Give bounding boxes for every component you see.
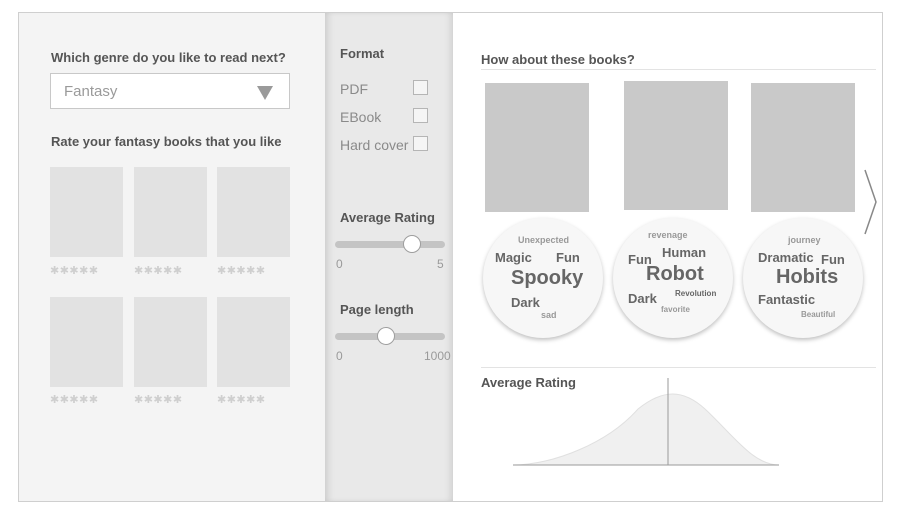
book-placeholder[interactable] <box>50 167 123 257</box>
format-label-pdf: PDF <box>340 81 368 97</box>
word-cloud: journey Dramatic Fun Hobits Fantastic Be… <box>743 218 863 338</box>
cloud-word: Revolution <box>675 289 717 298</box>
recommendations-title: How about these books? <box>481 52 635 67</box>
chevron-right-icon[interactable] <box>863 168 879 236</box>
avg-rating-slider-thumb[interactable] <box>403 235 421 253</box>
book-placeholder[interactable] <box>50 297 123 387</box>
cloud-word: Unexpected <box>518 235 570 245</box>
cloud-word: Robot <box>646 263 704 285</box>
cloud-word: journey <box>788 235 821 245</box>
page-length-slider-thumb[interactable] <box>376 327 395 345</box>
recommended-book-cover[interactable] <box>485 83 589 212</box>
star-rating[interactable]: ✱✱✱✱✱ <box>217 393 266 406</box>
avg-rating-title: Average Rating <box>340 210 435 225</box>
book-placeholder[interactable] <box>134 167 207 257</box>
rate-heading: Rate your fantasy books that you like <box>51 134 282 149</box>
star-rating[interactable]: ✱✱✱✱✱ <box>50 393 99 406</box>
recommended-book-cover[interactable] <box>751 83 855 212</box>
cloud-word: Dark <box>628 291 657 306</box>
star-rating[interactable]: ✱✱✱✱✱ <box>134 264 183 277</box>
word-cloud: Unexpected Magic Fun Spooky Dark sad <box>483 218 603 338</box>
cloud-word: Fun <box>556 250 580 265</box>
filter-panel: Format PDF EBook Hard cover Average Rati… <box>325 13 453 501</box>
word-cloud: revenage Fun Human Robot Dark Revolution… <box>613 218 733 338</box>
page-length-min: 0 <box>336 349 343 363</box>
genre-panel: Which genre do you like to read next? Fa… <box>19 13 325 501</box>
star-rating[interactable]: ✱✱✱✱✱ <box>217 264 266 277</box>
format-checkbox-pdf[interactable] <box>413 80 428 95</box>
cloud-word: Dramatic <box>758 250 814 265</box>
format-checkbox-ebook[interactable] <box>413 108 428 123</box>
avg-rating-min: 0 <box>336 257 343 271</box>
rating-distribution-curve <box>513 378 779 466</box>
cloud-word: favorite <box>661 305 690 314</box>
format-title: Format <box>340 46 385 61</box>
cloud-word: revenage <box>648 230 688 240</box>
genre-question: Which genre do you like to read next? <box>51 50 286 65</box>
cloud-word: Hobits <box>776 266 839 288</box>
page-length-max: 1000 <box>424 349 451 363</box>
avg-rating-slider[interactable] <box>335 241 445 248</box>
book-placeholder[interactable] <box>217 297 290 387</box>
cloud-word: Magic <box>495 250 532 265</box>
book-placeholder[interactable] <box>134 297 207 387</box>
avg-rating-max: 5 <box>437 257 444 271</box>
page-length-title: Page length <box>340 302 414 317</box>
dropdown-arrow-icon[interactable] <box>257 86 273 100</box>
star-rating[interactable]: ✱✱✱✱✱ <box>50 264 99 277</box>
cloud-word: Fun <box>821 252 845 267</box>
title-divider <box>481 69 876 70</box>
book-placeholder[interactable] <box>217 167 290 257</box>
genre-select[interactable]: Fantasy <box>50 73 290 109</box>
cloud-word: Spooky <box>511 267 584 289</box>
cloud-word: Human <box>662 245 707 260</box>
genre-selected-value: Fantasy <box>64 83 118 100</box>
app-frame: Which genre do you like to read next? Fa… <box>18 12 883 502</box>
section-divider <box>481 367 876 368</box>
format-label-ebook: EBook <box>340 109 382 125</box>
cloud-word: Fantastic <box>758 292 816 307</box>
cloud-word: Beautiful <box>801 310 836 319</box>
cloud-word: sad <box>541 310 557 320</box>
recommendation-panel: How about these books? Unexpected Magic … <box>453 13 882 501</box>
cloud-word: Dark <box>511 295 540 310</box>
star-rating[interactable]: ✱✱✱✱✱ <box>134 393 183 406</box>
format-checkbox-hardcover[interactable] <box>413 136 428 151</box>
format-label-hardcover: Hard cover <box>340 137 409 153</box>
recommended-book-cover[interactable] <box>624 81 728 210</box>
